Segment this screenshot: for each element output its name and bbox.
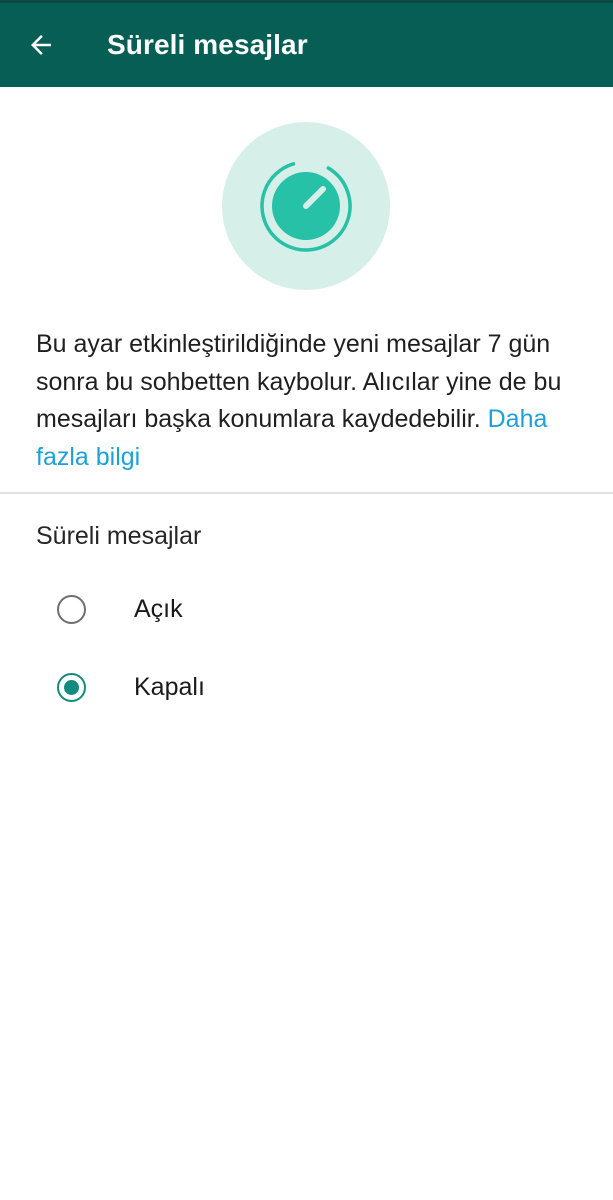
app-bar: Süreli mesajlar [0,0,613,87]
description-body: Bu ayar etkinleştirildiğinde yeni mesajl… [36,330,562,433]
back-button[interactable] [16,18,66,72]
description-text: Bu ayar etkinleştirildiğinde yeni mesajl… [36,326,596,476]
disappearing-messages-illustration [222,122,390,290]
page-title: Süreli mesajlar [107,29,308,60]
section-label: Süreli mesajlar [36,522,202,550]
radio-on[interactable] [57,595,86,624]
divider [0,492,613,494]
timer-icon [260,160,352,252]
option-on-label: Açık [134,595,183,623]
option-on[interactable]: Açık [0,573,613,645]
arrow-left-icon [31,35,51,55]
option-off-label: Kapalı [134,673,205,701]
radio-off[interactable] [57,673,86,702]
option-off[interactable]: Kapalı [0,651,613,723]
radio-selected-dot [64,680,79,695]
